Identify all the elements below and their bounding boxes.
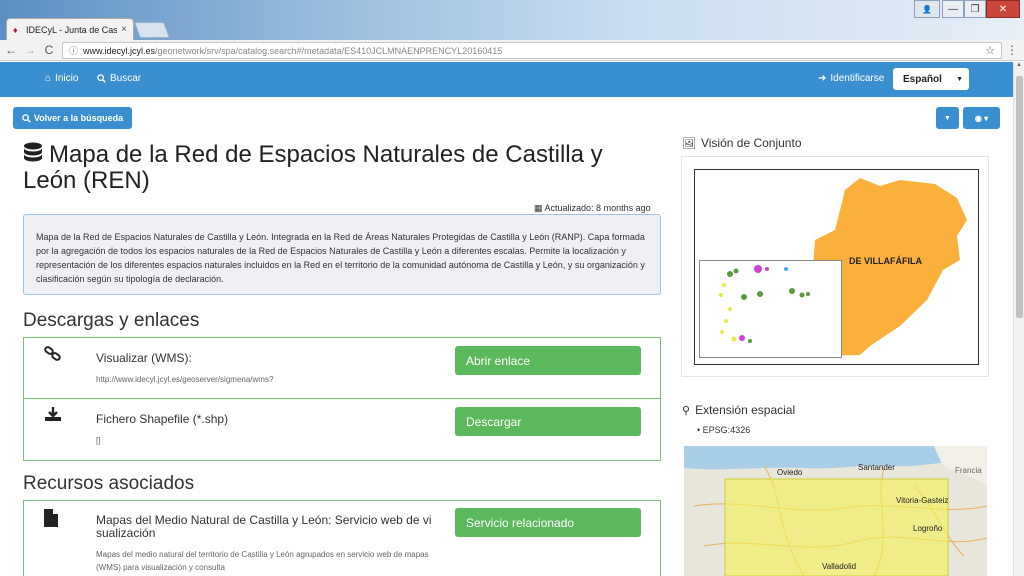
extent-map[interactable]: Oviedo Santander Francia Vitoria-Gasteiz…	[684, 446, 987, 576]
nav-search-label: Buscar	[110, 73, 142, 84]
download-url: http://www.idecyl.jcyl.es/geoserver/sigm…	[96, 375, 274, 384]
resources-panel: Mapas del Medio Natural de Castilla y Le…	[23, 500, 661, 576]
page-scrollbar[interactable]: ▲	[1013, 62, 1024, 576]
back-to-search-label: Volver a la búsqueda	[33, 113, 124, 123]
download-icon	[45, 407, 61, 421]
url-path: /geonetwork/srv/spa/catalog.search#/meta…	[155, 45, 503, 56]
login-link[interactable]: ➜ Identificarse	[818, 73, 884, 84]
bookmark-star-icon[interactable]: ☆	[985, 44, 995, 57]
epsg-text: EPSG:4326	[702, 425, 751, 435]
download-format: []	[96, 436, 101, 445]
calendar-icon: ▦	[534, 203, 543, 213]
related-service-button[interactable]: Servicio relacionado	[455, 508, 641, 537]
bullet-icon: •	[697, 425, 701, 435]
actions-dropdown-button[interactable]: ▼	[936, 107, 959, 129]
home-icon: ⌂	[45, 73, 52, 84]
window-controls: 👤 — ❐ ✕	[914, 0, 1020, 18]
map-marker-icon: ⚲	[682, 404, 691, 417]
close-window-button[interactable]: ✕	[986, 0, 1020, 18]
view-mode-dropdown-button[interactable]: ◉ ▾	[963, 107, 1000, 129]
nav-home-label: Inicio	[55, 73, 79, 84]
image-icon: 🖼	[682, 137, 696, 150]
back-icon[interactable]: ←	[3, 43, 19, 57]
resources-heading: Recursos asociados	[23, 473, 195, 494]
search-icon	[22, 113, 31, 123]
back-to-search-button[interactable]: Volver a la búsqueda	[13, 107, 132, 129]
abstract-text: Mapa de la Red de Espacios Naturales de …	[36, 232, 645, 284]
browser-titlebar: ♦ IDECyL - Junta de Castill × 👤 — ❐ ✕	[0, 0, 1024, 40]
favicon-icon: ♦	[13, 24, 18, 35]
updated-text: Actualizado: 8 months ago	[544, 203, 651, 213]
downloads-heading: Descargas y enlaces	[23, 310, 200, 331]
epsg-item: • EPSG:4326	[697, 425, 750, 435]
database-icon	[24, 142, 42, 162]
sign-in-icon: ➜	[818, 73, 827, 84]
overview-inset-map	[699, 260, 842, 358]
page-title: Mapa de la Red de Espacios Naturales de …	[23, 142, 653, 194]
caret-down-icon: ▼	[944, 114, 951, 122]
link-icon	[44, 346, 61, 361]
download-row: Visualizar (WMS): http://www.idecyl.jcyl…	[24, 338, 660, 399]
search-icon	[97, 74, 106, 83]
nav-search[interactable]: Buscar	[97, 73, 141, 84]
overview-heading-text: Visión de Conjunto	[700, 136, 802, 150]
nav-home[interactable]: ⌂ Inicio	[45, 73, 78, 84]
abstract-box: Mapa de la Red de Espacios Naturales de …	[23, 214, 661, 295]
extent-heading: ⚲ Extensión espacial	[682, 403, 795, 417]
language-select[interactable]: Español ▼	[893, 68, 969, 90]
profile-icon[interactable]: 👤	[914, 0, 940, 18]
tab-title: IDECyL - Junta de Castill	[26, 24, 118, 35]
maximize-button[interactable]: ❐	[964, 0, 986, 18]
url-host: www.idecyl.jcyl.es	[83, 45, 156, 56]
inset-spaces-shape	[719, 265, 810, 343]
page-info-icon[interactable]: ⓘ	[69, 44, 78, 57]
language-value: Español	[903, 73, 942, 85]
address-bar: ← → C ⓘ www.idecyl.jcyl.es /geonetwork/s…	[0, 40, 1024, 61]
map-label-oviedo: Oviedo	[777, 468, 803, 477]
tab-close-icon[interactable]: ×	[121, 24, 127, 35]
minimize-button[interactable]: —	[942, 0, 964, 18]
map-label-francia: Francia	[955, 466, 982, 475]
download-title: Visualizar (WMS):	[96, 351, 192, 365]
url-input[interactable]: ⓘ www.idecyl.jcyl.es /geonetwork/srv/spa…	[62, 42, 1002, 59]
overview-label: DE VILLAFÁFILA	[849, 256, 922, 266]
resource-row: Mapas del Medio Natural de Castilla y Le…	[24, 501, 660, 576]
overview-image[interactable]: DE VILLAFÁFILA	[694, 169, 979, 365]
scrollbar-thumb[interactable]	[1016, 76, 1023, 318]
eye-icon: ◉ ▾	[974, 113, 989, 123]
map-label-valladolid: Valladolid	[822, 562, 857, 571]
download-title: Fichero Shapefile (*.shp)	[96, 412, 229, 426]
new-tab-button[interactable]	[134, 22, 170, 38]
overview-card: DE VILLAFÁFILA	[681, 156, 989, 377]
chevron-down-icon: ▼	[956, 75, 963, 83]
forward-icon[interactable]: →	[22, 43, 38, 57]
browser-tab[interactable]: ♦ IDECyL - Junta de Castill ×	[6, 18, 134, 40]
login-label: Identificarse	[830, 73, 885, 84]
extent-map-drawing	[684, 446, 987, 576]
map-label-vitoria: Vitoria-Gasteiz	[896, 496, 949, 505]
open-link-button[interactable]: Abrir enlace	[455, 346, 641, 375]
updated-info: ▦ Actualizado: 8 months ago	[534, 203, 651, 214]
downloads-panel: Visualizar (WMS): http://www.idecyl.jcyl…	[23, 337, 661, 461]
resource-title[interactable]: Mapas del Medio Natural de Castilla y Le…	[96, 514, 441, 540]
site-navbar: ⌂ Inicio Buscar ➜ Identificarse Español …	[0, 62, 1013, 97]
browser-menu-icon[interactable]: ⋮	[1006, 43, 1018, 57]
map-label-logrono: Logroño	[913, 524, 943, 533]
download-row: Fichero Shapefile (*.shp) [] Descargar	[24, 399, 660, 460]
scroll-up-icon[interactable]: ▲	[1014, 62, 1024, 72]
download-button[interactable]: Descargar	[455, 407, 641, 436]
reload-icon[interactable]: C	[41, 43, 57, 57]
map-label-santander: Santander	[858, 463, 895, 472]
title-text: Mapa de la Red de Espacios Naturales de …	[23, 141, 603, 194]
extent-heading-text: Extensión espacial	[695, 403, 796, 417]
overview-heading: 🖼 Visión de Conjunto	[682, 136, 802, 150]
file-icon	[44, 509, 58, 527]
resource-description: Mapas del medio natural del territorio d…	[96, 550, 429, 572]
